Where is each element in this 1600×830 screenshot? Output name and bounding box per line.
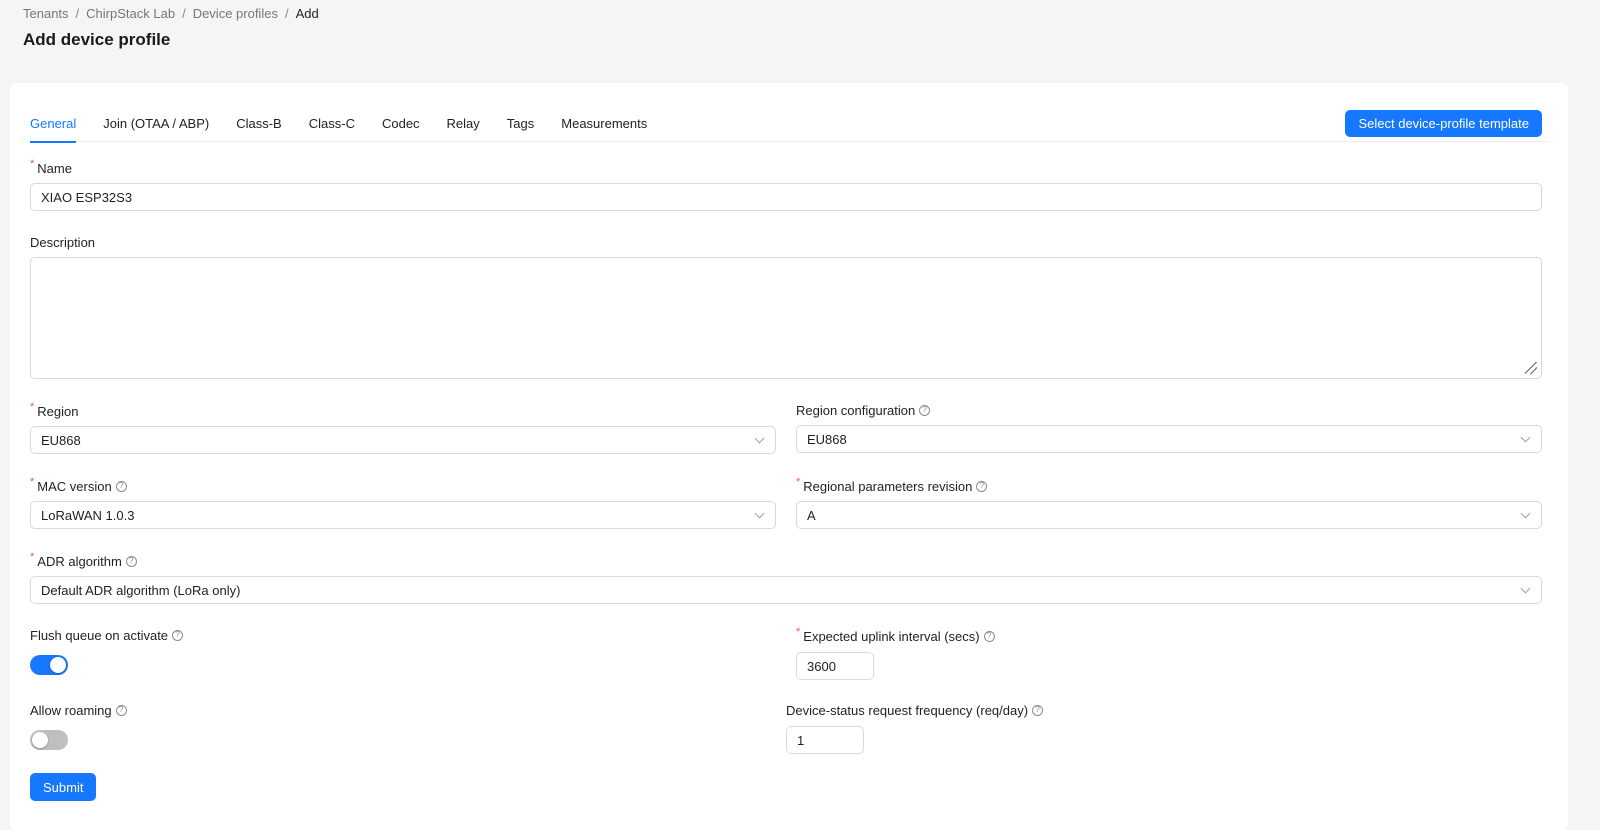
uplink-interval-label: * Expected uplink interval (secs) ?: [796, 626, 995, 644]
uplink-interval-label-text: Expected uplink interval (secs): [803, 628, 980, 644]
adr-select[interactable]: Default ADR algorithm (LoRa only): [30, 576, 1542, 604]
required-mark: *: [30, 401, 35, 413]
breadcrumb-separator: /: [284, 6, 289, 21]
description-label-text: Description: [30, 234, 96, 250]
form-card: General Join (OTAA / ABP) Class-B Class-…: [10, 83, 1568, 830]
region-label: * Region: [30, 401, 79, 419]
page-title: Add device profile: [23, 30, 171, 49]
tab-measurements[interactable]: Measurements: [561, 108, 647, 142]
breadcrumb-device-profiles[interactable]: Device profiles: [193, 6, 278, 21]
dev-status-freq-label: Device-status request frequency (req/day…: [786, 702, 1044, 718]
required-mark: *: [30, 551, 35, 563]
resize-icon: [1525, 362, 1537, 374]
breadcrumb: Tenants / ChirpStack Lab / Device profil…: [23, 6, 319, 21]
region-value: EU868: [41, 432, 81, 448]
tab-codec[interactable]: Codec: [382, 108, 420, 142]
required-mark: *: [30, 476, 35, 488]
reg-params-select[interactable]: A: [796, 501, 1542, 529]
help-icon[interactable]: ?: [125, 555, 137, 567]
reg-params-value: A: [807, 507, 816, 523]
chevron-down-icon: [754, 433, 765, 444]
uplink-interval-input[interactable]: 3600: [796, 652, 874, 680]
toggle-knob: [32, 732, 48, 748]
tab-general[interactable]: General: [30, 108, 77, 143]
adr-label: * ADR algorithm ?: [30, 551, 137, 569]
breadcrumb-separator: /: [75, 6, 80, 21]
reg-params-label-text: Regional parameters revision: [803, 478, 973, 494]
tab-class-b[interactable]: Class-B: [236, 108, 282, 142]
description-label: Description: [30, 234, 95, 250]
mac-version-label: * MAC version ?: [30, 476, 127, 494]
resize-handle[interactable]: [1524, 361, 1540, 377]
name-label-text: Name: [37, 160, 72, 176]
required-mark: *: [30, 158, 35, 170]
required-mark: *: [796, 626, 801, 638]
mac-version-value: LoRaWAN 1.0.3: [41, 507, 135, 523]
allow-roaming-label: Allow roaming ?: [30, 702, 127, 718]
help-icon[interactable]: ?: [919, 404, 931, 416]
region-config-value: EU868: [807, 431, 847, 447]
name-label: * Name: [30, 158, 72, 176]
flush-queue-toggle[interactable]: [30, 655, 68, 675]
tab-bar: General Join (OTAA / ABP) Class-B Class-…: [30, 108, 1548, 143]
chevron-down-icon: [1520, 508, 1531, 519]
region-config-label: Region configuration ?: [796, 402, 931, 418]
chevron-down-icon: [1520, 583, 1531, 594]
select-template-button[interactable]: Select device-profile template: [1345, 110, 1542, 137]
adr-label-text: ADR algorithm: [37, 553, 122, 569]
chevron-down-icon: [754, 508, 765, 519]
breadcrumb-tenants[interactable]: Tenants: [23, 6, 69, 21]
help-icon[interactable]: ?: [976, 480, 988, 492]
submit-button[interactable]: Submit: [30, 773, 97, 801]
breadcrumb-current: Add: [295, 6, 319, 21]
help-icon[interactable]: ?: [172, 629, 184, 641]
help-icon[interactable]: ?: [1032, 704, 1044, 716]
breadcrumb-tenant[interactable]: ChirpStack Lab: [86, 6, 175, 21]
tab-tags[interactable]: Tags: [507, 108, 534, 142]
breadcrumb-separator: /: [182, 6, 186, 21]
tab-class-c[interactable]: Class-C: [309, 108, 355, 142]
toggle-knob: [50, 657, 66, 673]
flush-queue-label: Flush queue on activate ?: [30, 627, 184, 643]
adr-value: Default ADR algorithm (LoRa only): [41, 582, 241, 598]
help-icon[interactable]: ?: [983, 630, 995, 642]
help-icon[interactable]: ?: [115, 704, 127, 716]
allow-roaming-label-text: Allow roaming: [30, 702, 112, 718]
required-mark: *: [796, 476, 801, 488]
tab-relay[interactable]: Relay: [447, 108, 480, 142]
region-label-text: Region: [37, 403, 79, 419]
tab-join[interactable]: Join (OTAA / ABP): [103, 108, 209, 142]
region-config-label-text: Region configuration: [796, 402, 916, 418]
description-textarea[interactable]: [30, 257, 1542, 379]
reg-params-label: * Regional parameters revision ?: [796, 476, 988, 494]
region-config-select[interactable]: EU868: [796, 425, 1542, 453]
help-icon[interactable]: ?: [115, 480, 127, 492]
dev-status-freq-input[interactable]: 1: [786, 726, 864, 754]
mac-version-label-text: MAC version: [37, 478, 112, 494]
dev-status-freq-label-text: Device-status request frequency (req/day…: [786, 702, 1029, 718]
name-input[interactable]: XIAO ESP32S3: [30, 183, 1542, 211]
chevron-down-icon: [1520, 432, 1531, 443]
region-select[interactable]: EU868: [30, 426, 776, 454]
flush-queue-label-text: Flush queue on activate: [30, 627, 169, 643]
allow-roaming-toggle[interactable]: [30, 730, 68, 750]
mac-version-select[interactable]: LoRaWAN 1.0.3: [30, 501, 776, 529]
